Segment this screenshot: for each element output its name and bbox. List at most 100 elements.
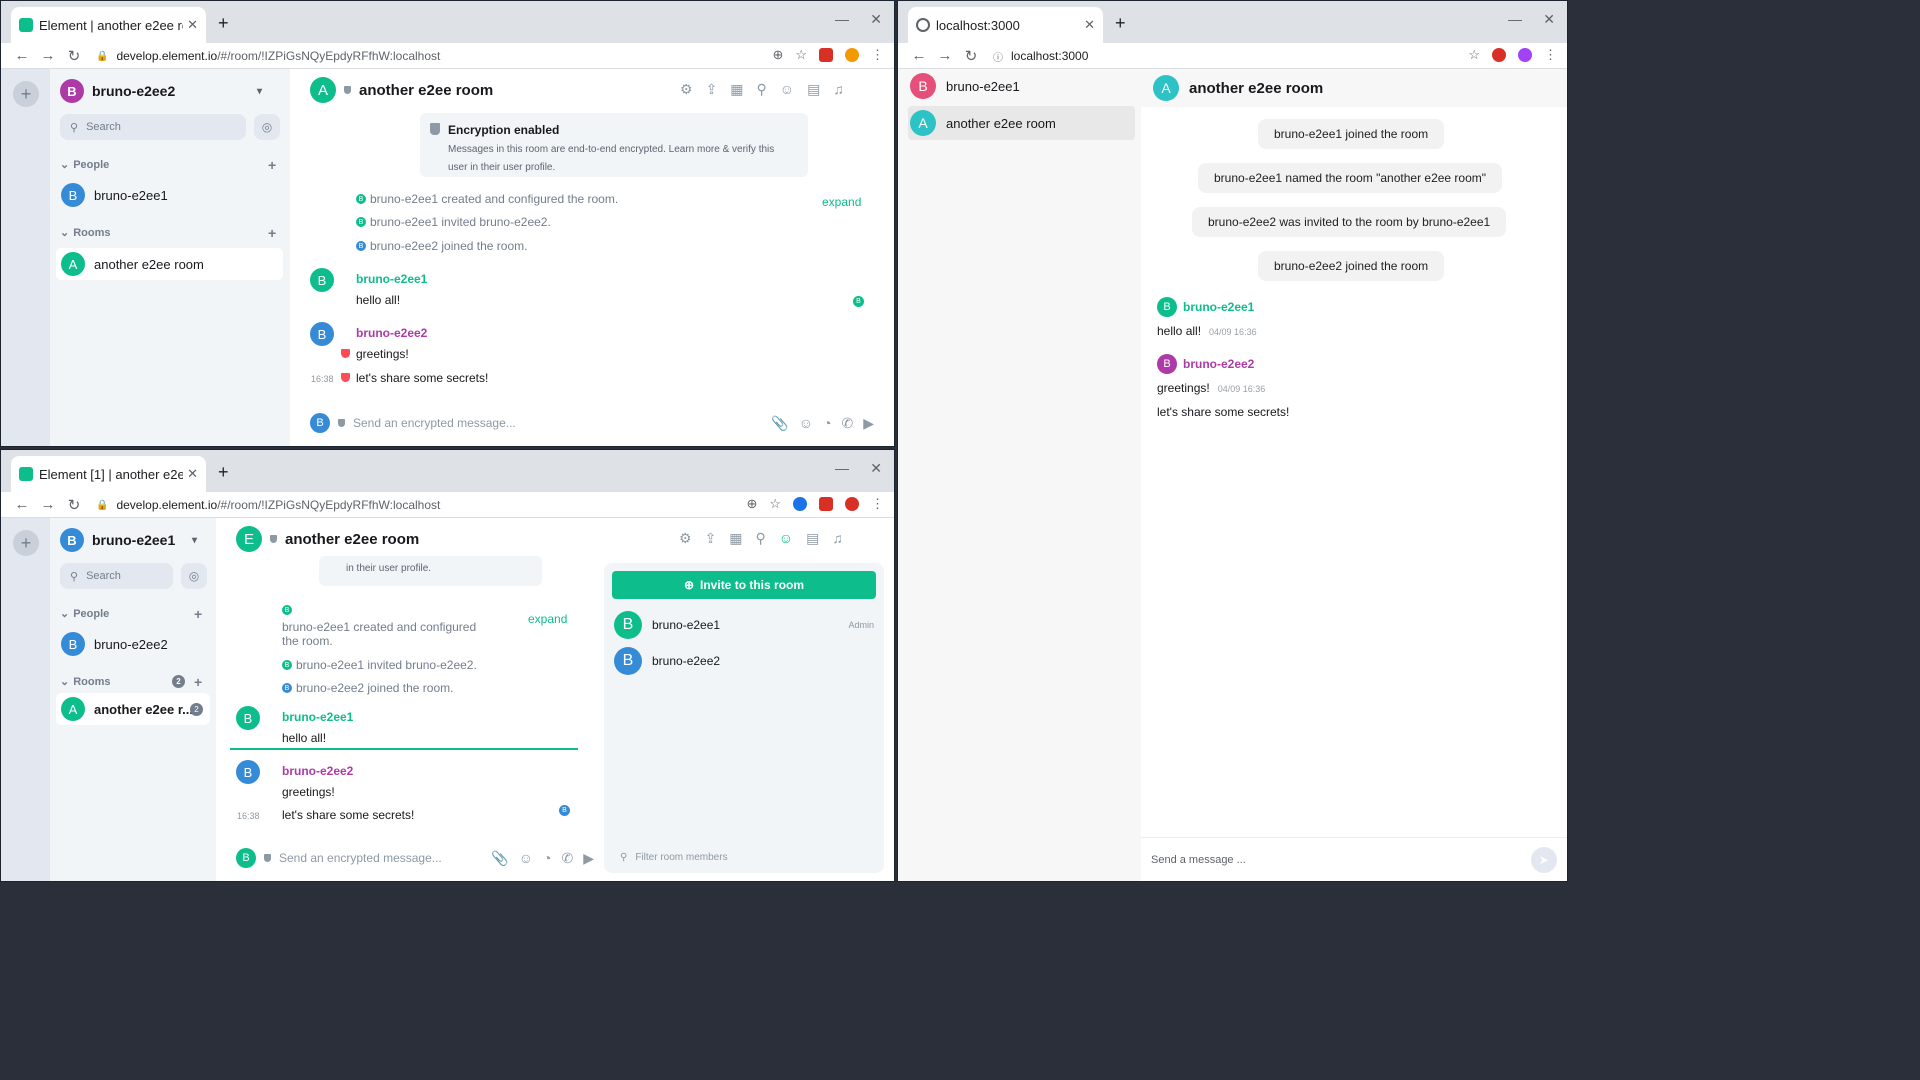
expand-link[interactable]: expand [528, 612, 567, 626]
search-icon[interactable]: ⚲ [757, 81, 767, 98]
user-menu[interactable]: B bruno-e2ee1 ▾ [60, 528, 197, 552]
member-row[interactable]: B bruno-e2ee2 [614, 647, 874, 675]
install-icon[interactable]: ⊕ [746, 496, 757, 512]
new-tab-icon[interactable]: + [218, 462, 229, 483]
voice-call-icon[interactable]: ✆ [841, 415, 853, 432]
list-item-room[interactable]: A another e2ee room [908, 106, 1135, 140]
room-title[interactable]: another e2ee room [359, 82, 493, 99]
browser-tab[interactable]: Element | another e2ee room ✕ [11, 7, 206, 43]
add-person-icon[interactable]: + [194, 606, 202, 622]
read-receipt[interactable]: B [853, 296, 864, 307]
video-call-icon[interactable]: ▶ [583, 850, 594, 867]
read-receipt[interactable]: B [559, 805, 570, 816]
extension-icon[interactable] [819, 497, 833, 511]
profile-avatar-icon[interactable] [845, 48, 859, 62]
close-window-icon[interactable]: ✕ [870, 460, 882, 477]
video-call-icon[interactable]: ▶ [863, 415, 874, 432]
list-item-room[interactable]: B bruno-e2ee1 [908, 69, 1135, 103]
people-section-header[interactable]: ⌄ People + [60, 157, 280, 173]
members-icon[interactable]: ☺ [780, 81, 794, 98]
message-composer[interactable]: B Send an encrypted message... 📎 ☺ ◔ ✆ ▶ [310, 408, 874, 438]
share-icon[interactable]: ⇪ [706, 81, 718, 98]
list-item-room[interactable]: A another e2ee r... 2 [56, 693, 210, 725]
attachment-icon[interactable]: 📎 [771, 415, 788, 432]
bookmark-star-icon[interactable]: ☆ [1468, 47, 1480, 63]
avatar[interactable]: B [310, 322, 334, 346]
extension-icon[interactable] [1492, 48, 1506, 62]
bookmark-star-icon[interactable]: ☆ [795, 47, 807, 63]
address-bar[interactable]: 🔒 develop.element.io/#/room/!IZPiGsNQyEp… [96, 494, 769, 516]
forward-icon[interactable]: → [932, 47, 958, 64]
extension-icon[interactable] [793, 497, 807, 511]
files-icon[interactable]: ▤ [807, 81, 820, 98]
browser-tab[interactable]: Element [1] | another e2ee room ✕ [11, 456, 206, 492]
add-room-icon[interactable]: + [194, 674, 202, 690]
close-tab-icon[interactable]: ✕ [187, 17, 198, 33]
address-bar[interactable]: 🔒 develop.element.io/#/room/!IZPiGsNQyEp… [96, 45, 769, 67]
message-sender[interactable]: bruno-e2ee2 [282, 764, 353, 778]
avatar[interactable]: B [310, 268, 334, 292]
invite-to-room-button[interactable]: ⊕ Invite to this room [612, 571, 876, 599]
sticker-icon[interactable]: ◔ [543, 850, 551, 867]
files-icon[interactable]: ▤ [806, 530, 819, 547]
apps-icon[interactable]: ▦ [730, 81, 743, 98]
create-space-button[interactable]: + [13, 530, 39, 556]
menu-kebab-icon[interactable]: ⋮ [1544, 47, 1557, 63]
add-person-icon[interactable]: + [268, 157, 276, 173]
reload-icon[interactable]: ↻ [61, 47, 87, 65]
extension-icon[interactable] [819, 48, 833, 62]
menu-kebab-icon[interactable]: ⋮ [871, 496, 884, 512]
back-icon[interactable]: ← [9, 47, 35, 64]
explore-rooms-button[interactable]: ◎ [181, 563, 207, 589]
install-icon[interactable]: ⊕ [772, 47, 783, 63]
minimize-icon[interactable]: — [1508, 11, 1522, 27]
list-item-person[interactable]: B bruno-e2ee1 [56, 179, 282, 211]
composer-placeholder[interactable]: Send an encrypted message... [353, 416, 516, 430]
bookmark-star-icon[interactable]: ☆ [769, 496, 781, 512]
new-tab-icon[interactable]: + [1115, 13, 1126, 34]
back-icon[interactable]: ← [9, 496, 35, 513]
message-sender[interactable]: bruno-e2ee1 [356, 272, 427, 286]
message-composer[interactable]: Send a message ... ➤ [1141, 837, 1567, 881]
close-window-icon[interactable]: ✕ [1543, 11, 1555, 28]
minimize-icon[interactable]: — [835, 460, 849, 476]
message-sender[interactable]: bruno-e2ee2 [356, 326, 427, 340]
composer-placeholder[interactable]: Send a message ... [1151, 854, 1246, 866]
emoji-icon[interactable]: ☺ [519, 850, 533, 867]
minimize-icon[interactable]: — [835, 11, 849, 27]
attachment-icon[interactable]: 📎 [491, 850, 508, 867]
voice-call-icon[interactable]: ✆ [561, 850, 573, 867]
filter-members-input[interactable]: ⚲ Filter room members [620, 852, 728, 863]
list-item-room[interactable]: A another e2ee room [56, 248, 283, 280]
members-icon[interactable]: ☺ [779, 530, 793, 547]
rooms-section-header[interactable]: ⌄ Rooms + [60, 225, 280, 241]
close-tab-icon[interactable]: ✕ [1084, 17, 1095, 33]
search-input[interactable]: ⚲ Search [60, 563, 173, 589]
message-sender[interactable]: bruno-e2ee1 [282, 710, 353, 724]
sticker-icon[interactable]: ◔ [823, 415, 831, 432]
new-tab-icon[interactable]: + [218, 13, 229, 34]
expand-link[interactable]: expand [822, 195, 861, 209]
room-title[interactable]: another e2ee room [285, 531, 419, 548]
apps-icon[interactable]: ▦ [729, 530, 742, 547]
avatar[interactable]: B [236, 760, 260, 784]
search-input[interactable]: ⚲ Search [60, 114, 246, 140]
explore-rooms-button[interactable]: ◎ [254, 114, 280, 140]
composer-placeholder[interactable]: Send an encrypted message... [279, 851, 442, 865]
back-icon[interactable]: ← [906, 47, 932, 64]
user-menu[interactable]: B bruno-e2ee2 ▾ [60, 79, 262, 103]
reload-icon[interactable]: ↻ [61, 496, 87, 514]
menu-kebab-icon[interactable]: ⋮ [871, 47, 884, 63]
settings-icon[interactable]: ⚙ [680, 81, 693, 98]
browser-tab[interactable]: localhost:3000 ✕ [908, 7, 1103, 43]
close-tab-icon[interactable]: ✕ [187, 466, 198, 482]
reload-icon[interactable]: ↻ [958, 47, 984, 65]
close-window-icon[interactable]: ✕ [870, 11, 882, 28]
profile-avatar-icon[interactable] [1518, 48, 1532, 62]
message-composer[interactable]: B Send an encrypted message... 📎 ☺ ◔ ✆ ▶ [236, 843, 594, 873]
rooms-section-header[interactable]: ⌄ Rooms 2 + [60, 674, 210, 690]
profile-avatar-icon[interactable] [845, 497, 859, 511]
forward-icon[interactable]: → [35, 496, 61, 513]
people-section-header[interactable]: ⌄ People + [60, 606, 210, 622]
notifications-icon[interactable]: ♫ [833, 81, 844, 98]
